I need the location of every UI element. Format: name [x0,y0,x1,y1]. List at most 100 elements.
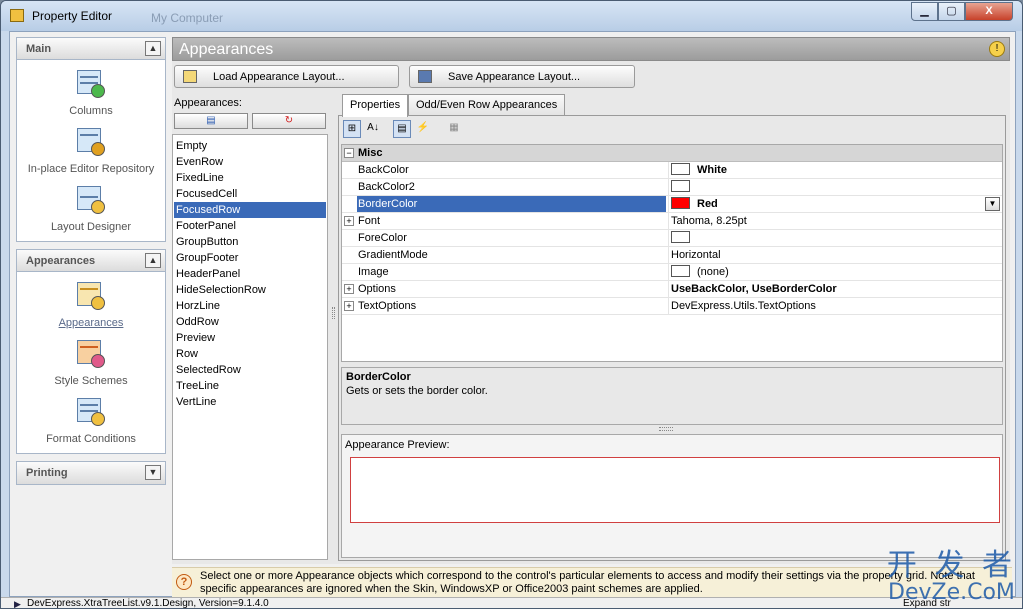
nav-item-appearances[interactable]: Appearances [17,280,165,329]
appearance-list-item[interactable]: GroupFooter [174,250,326,266]
property-row[interactable]: BorderColor Red ▼ [342,196,1002,213]
category-row-misc[interactable]: − Misc [342,145,1002,162]
appearances-list[interactable]: Empty EvenRow FixedLine FocusedCell FocusedR… [172,134,328,560]
property-value-text: DevExpress.Utils.TextOptions [671,300,816,312]
property-row[interactable]: ForeColor [342,230,1002,247]
property-value[interactable]: White [668,162,1002,178]
appearance-list-item[interactable]: FooterPanel [174,218,326,234]
editor-repository-icon [75,126,107,158]
property-row[interactable]: GradientMode Horizontal [342,247,1002,264]
property-row[interactable]: + Options UseBackColor, UseBorderColor [342,281,1002,298]
panel-header: Appearances ! [172,37,1010,61]
nav-item-columns[interactable]: Columns [17,68,165,117]
hint-text: Select one or more Appearance objects wh… [200,570,975,595]
nav-item-format-conditions[interactable]: Format Conditions [17,396,165,445]
property-row[interactable]: + Font Tahoma, 8.25pt [342,213,1002,230]
select-all-button[interactable]: ▤ [174,113,248,129]
reset-button[interactable]: ↻ [252,113,326,129]
property-grid[interactable]: − Misc BackColor White BackColor2 BorderCol… [341,144,1003,362]
appearance-list-item[interactable]: HideSelectionRow [174,282,326,298]
tab-odd-even-row-appearances[interactable]: Odd/Even Row Appearances [408,94,566,116]
close-button[interactable]: X [965,2,1013,21]
nav-group-header-appearances[interactable]: Appearances ▲ [17,250,165,272]
expand-icon[interactable]: + [344,301,354,311]
property-value[interactable] [668,179,1002,195]
nav-item-style-schemes[interactable]: Style Schemes [17,338,165,387]
navigation-bar: Main ▲ Columns In-place Editor Repositor… [16,37,166,564]
property-value[interactable] [668,230,1002,246]
property-value[interactable]: Tahoma, 8.25pt [668,213,1002,229]
appearance-list-item[interactable]: HorzLine [174,298,326,314]
save-appearance-layout-button[interactable]: Save Appearance Layout... [409,65,635,88]
appearance-list-item[interactable]: SelectedRow [174,362,326,378]
property-name: TextOptions [358,300,417,312]
appearance-list-item[interactable]: HeaderPanel [174,266,326,282]
collapse-icon[interactable]: − [344,148,354,158]
nav-group-appearances: Appearances ▲ Appearances Style Schemes … [16,249,166,454]
hint-info-icon: ? [176,574,192,590]
color-swatch [671,197,690,209]
property-row[interactable]: Image (none) [342,264,1002,281]
property-value[interactable]: DevExpress.Utils.TextOptions [668,298,1002,314]
button-label: Save Appearance Layout... [448,71,581,83]
property-name: Image [358,266,389,278]
appearance-list-item[interactable]: FocusedRow [174,202,326,218]
expand-chevron-icon[interactable]: ▼ [145,465,161,480]
property-value[interactable]: UseBackColor, UseBorderColor [668,281,1002,297]
window-title: Property Editor [32,9,113,23]
expand-icon[interactable]: + [344,284,354,294]
appearance-list-item[interactable]: OddRow [174,314,326,330]
appearance-list-item[interactable]: TreeLine [174,378,326,394]
property-row[interactable]: BackColor2 [342,179,1002,196]
property-editor-window: Property Editor My Computer ▁ ▢ X Main ▲… [0,0,1023,609]
vertical-splitter[interactable] [332,307,335,319]
watermark-latin: DevZe.CoM [888,580,1015,605]
property-pages-icon[interactable]: ▦ [445,120,463,138]
property-name: BorderColor [357,196,666,212]
property-name: GradientMode [358,249,428,261]
property-row[interactable]: BackColor White [342,162,1002,179]
load-appearance-layout-button[interactable]: Load Appearance Layout... [174,65,399,88]
alphabetical-sort-icon[interactable]: A↓ [364,120,382,138]
categorized-icon[interactable]: ⊞ [343,120,361,138]
tab-properties[interactable]: Properties [342,94,409,117]
events-lightning-icon[interactable]: ⚡ [414,120,432,138]
maximize-button[interactable]: ▢ [938,2,965,21]
watermark-chinese: 开 发 者 [886,548,1016,583]
appearance-list-item[interactable]: EvenRow [174,154,326,170]
appearance-list-item[interactable]: FixedLine [174,170,326,186]
appearance-list-item[interactable]: GroupButton [174,234,326,250]
property-name: Font [358,215,381,227]
appearance-list-item[interactable]: VertLine [174,394,326,410]
nav-item-label: Layout Designer [50,221,132,233]
appearances-list-label: Appearances: [174,97,242,109]
minimize-button[interactable]: ▁ [911,2,938,21]
expand-icon[interactable]: + [344,216,354,226]
property-row[interactable]: + TextOptions DevExpress.Utils.TextOptions [342,298,1002,315]
properties-view-icon[interactable]: ▤ [393,120,411,138]
property-value[interactable]: Horizontal [668,247,1002,263]
collapse-chevron-icon[interactable]: ▲ [145,41,161,56]
nav-group-header-printing[interactable]: Printing ▼ [17,462,165,484]
property-value[interactable]: Red ▼ [668,196,1002,212]
nav-item-layout-designer[interactable]: Layout Designer [17,184,165,233]
dropdown-arrow-icon[interactable]: ▼ [985,197,1000,211]
appearance-list-item[interactable]: Row [174,346,326,362]
nav-item-label: Style Schemes [54,375,128,387]
title-bar[interactable]: Property Editor My Computer ▁ ▢ X [1,1,1022,31]
appearance-list-item[interactable]: Preview [174,330,326,346]
button-label: Load Appearance Layout... [213,71,345,83]
lightbulb-icon[interactable]: ! [989,41,1005,57]
category-name: Misc [358,147,383,159]
appearance-list-item[interactable]: Empty [174,138,326,154]
property-value[interactable]: (none) [668,264,1002,280]
collapse-chevron-icon[interactable]: ▲ [145,253,161,268]
property-name: Options [358,283,396,295]
columns-icon [75,68,107,100]
nav-group-label: Main [26,43,52,55]
nav-item-in-place-editor-repository[interactable]: In-place Editor Repository [17,126,165,175]
appearance-list-item[interactable]: FocusedCell [174,186,326,202]
appearances-icon [75,280,107,312]
nav-group-header-main[interactable]: Main ▲ [17,38,165,60]
horizontal-splitter[interactable] [659,427,673,431]
